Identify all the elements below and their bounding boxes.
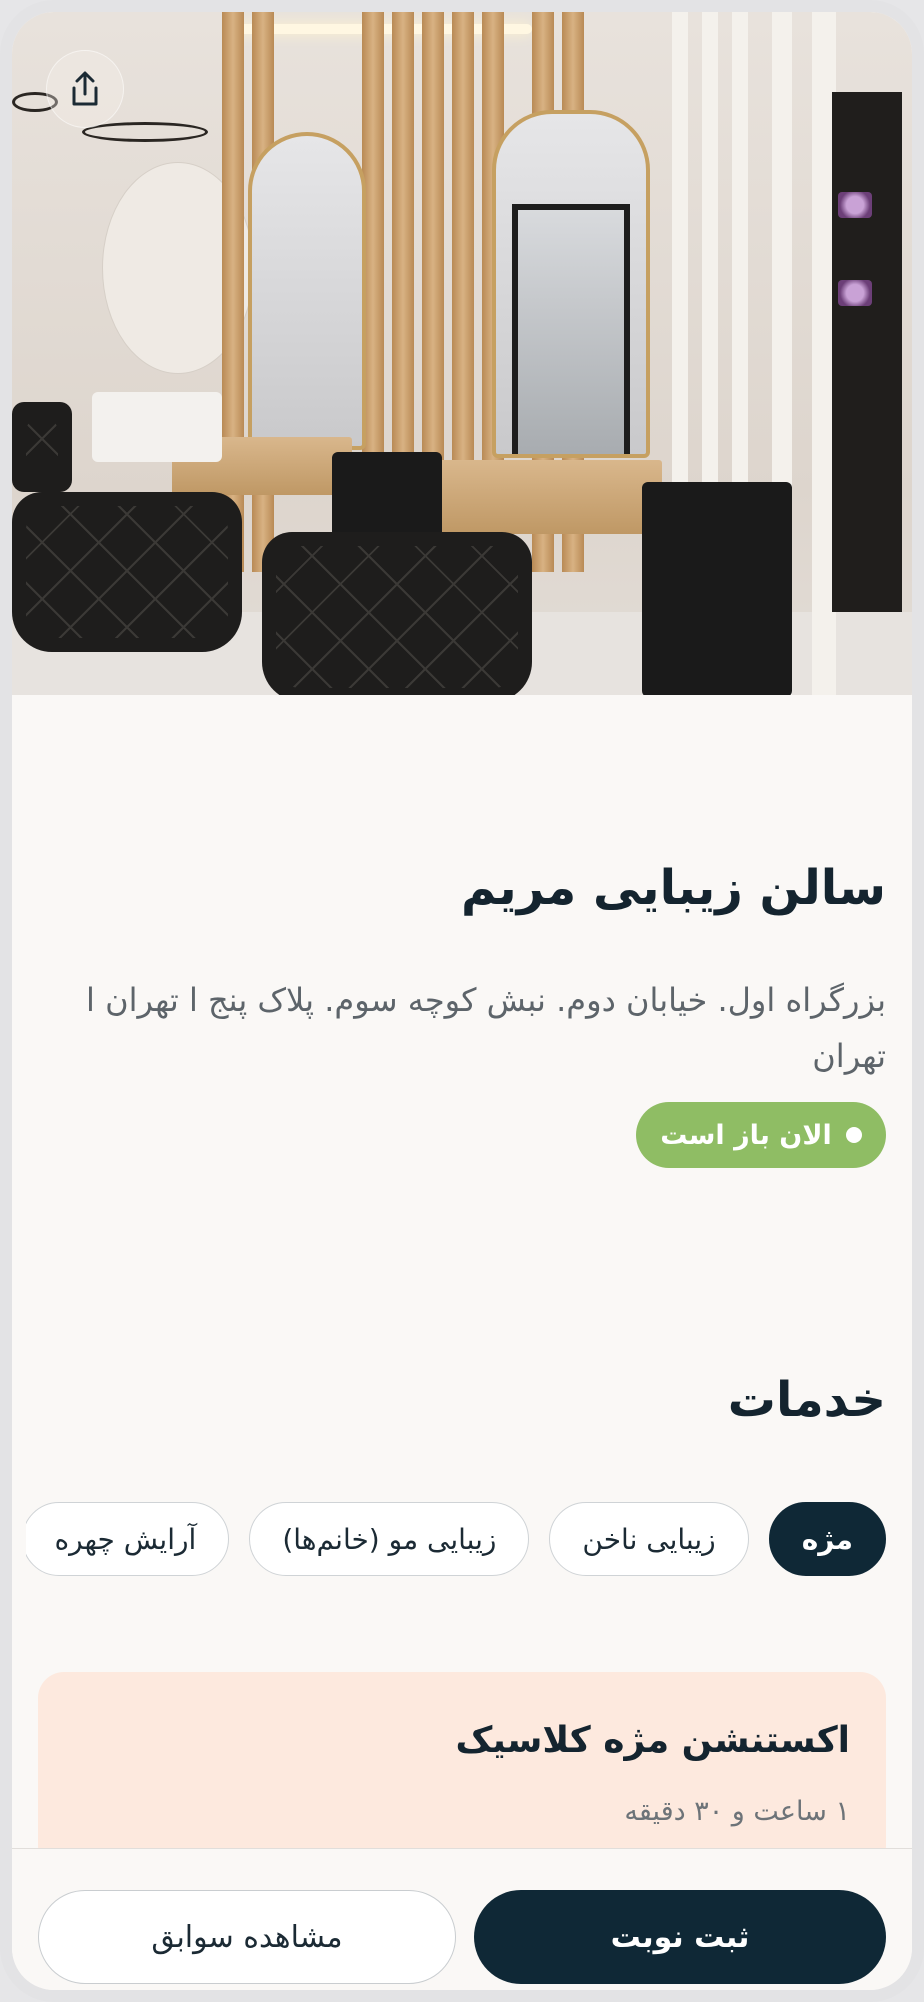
open-status-label: الان باز است [660, 1119, 832, 1151]
service-card[interactable]: اکستنشن مژه کلاسیک ۱ ساعت و ۳۰ دقیقه [38, 1672, 886, 1872]
chair-decor [12, 402, 72, 492]
chip-hair[interactable]: زیبایی مو (خانم‌ها) [249, 1502, 530, 1576]
pendant-ring-decor [82, 122, 208, 142]
salon-name: سالن زیبایی مریم [461, 860, 886, 916]
status-dot-icon [845, 1127, 862, 1143]
book-appointment-button[interactable]: ثبت نوبت [474, 1890, 886, 1984]
flower-decor [838, 192, 872, 218]
chair-decor [262, 532, 532, 695]
chair-decor [12, 492, 242, 652]
counter-decor [422, 460, 662, 534]
salon-hero-image [12, 12, 912, 695]
salon-address: بزرگراه اول. خیابان دوم. نبش کوچه سوم. پ… [86, 981, 886, 1075]
cabinet-decor [642, 482, 792, 695]
chip-makeup[interactable]: آرایش چهره [26, 1502, 230, 1576]
open-status-badge: الان باز است [636, 1102, 886, 1168]
view-history-button[interactable]: مشاهده سوابق [38, 1890, 456, 1984]
mirror-decor [492, 110, 650, 458]
app-screen: سالن زیبایی مریم بزرگراه اول. خیابان دوم… [0, 0, 924, 2002]
flower-decor [838, 280, 872, 306]
service-duration: ۱ ساعت و ۳۰ دقیقه [624, 1796, 850, 1827]
chip-nails[interactable]: زیبایی ناخن [549, 1502, 749, 1576]
share-icon [72, 71, 98, 106]
bottom-action-bar: مشاهده سوابق ثبت نوبت [12, 1848, 912, 1990]
window-decor [512, 204, 630, 454]
shelf-decor [832, 92, 902, 612]
service-category-tabs: مژه زیبایی ناخن زیبایی مو (خانم‌ها) آرای… [26, 1502, 886, 1582]
mirror-decor [248, 132, 366, 450]
services-title: خدمات [727, 1372, 886, 1428]
service-name: اکستنشن مژه کلاسیک [455, 1720, 850, 1761]
chip-lashes[interactable]: مژه [768, 1502, 886, 1576]
share-button[interactable] [46, 50, 124, 128]
wash-basin-decor [92, 392, 222, 462]
